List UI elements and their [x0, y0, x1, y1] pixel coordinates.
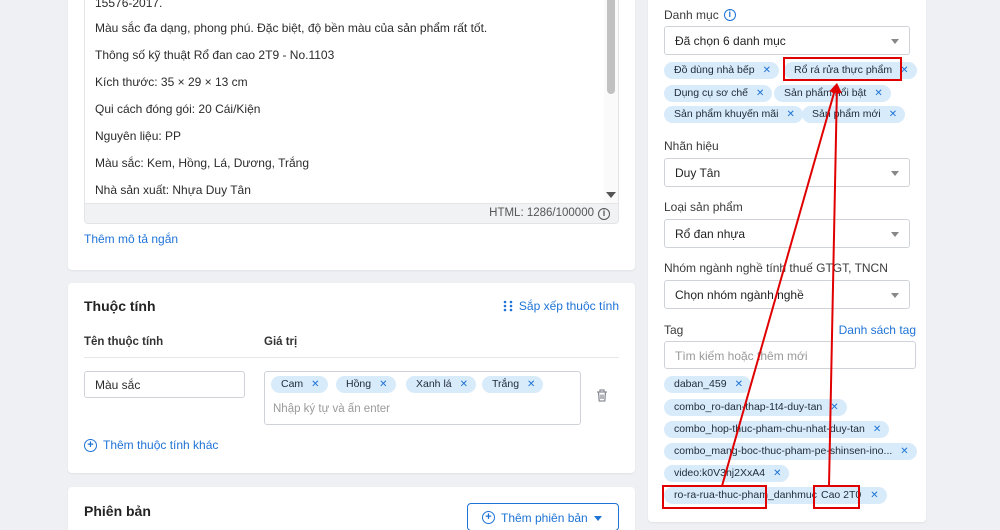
- annotation-arrow: [828, 83, 842, 487]
- annotation-arrows: [721, 83, 842, 487]
- annotation-arrow: [721, 83, 839, 487]
